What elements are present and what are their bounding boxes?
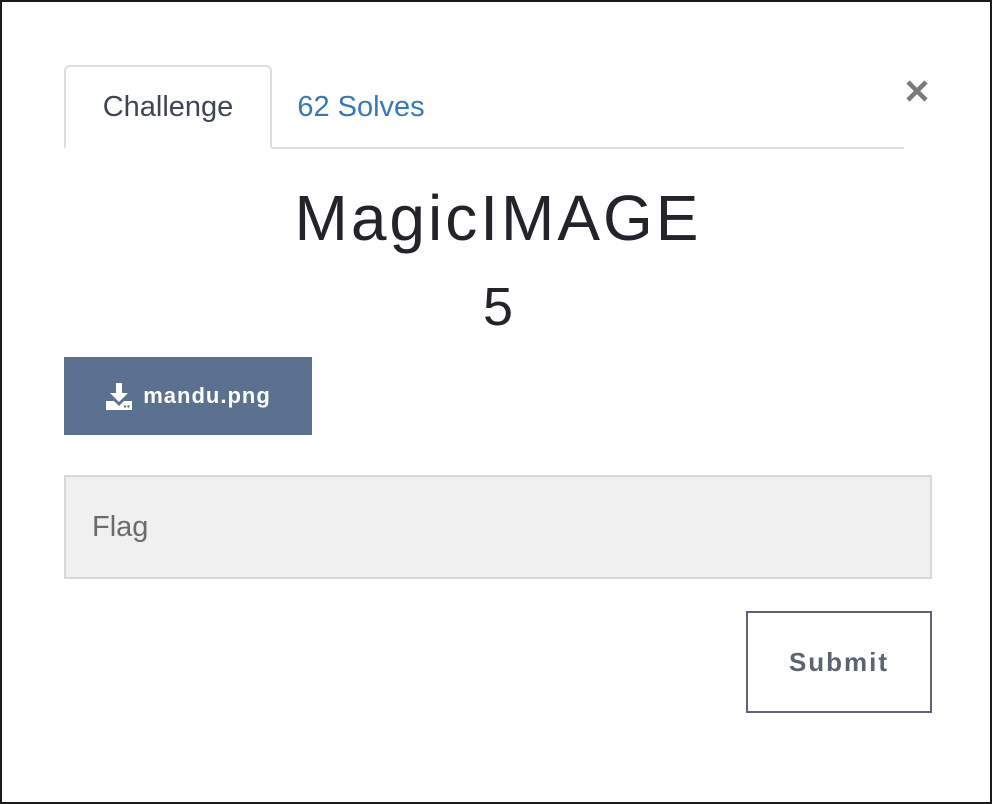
challenge-points: 5 xyxy=(482,277,514,337)
challenge-name: MagicIMAGE xyxy=(294,182,702,254)
tab-bar: Challenge 62 Solves xyxy=(64,65,904,149)
tab-solves-label: 62 Solves xyxy=(297,90,425,123)
download-icon xyxy=(106,383,133,410)
close-icon xyxy=(906,80,928,102)
challenge-modal: Challenge 62 Solves MagicIMAGE 5 mandu.p… xyxy=(0,0,992,804)
file-name: mandu.png xyxy=(143,383,271,408)
tab-challenge[interactable]: Challenge xyxy=(64,65,272,149)
close-button[interactable] xyxy=(900,72,934,110)
submit-button[interactable]: Submit xyxy=(746,611,932,713)
download-file-button[interactable]: mandu.png xyxy=(64,357,312,435)
tab-solves[interactable]: 62 Solves xyxy=(286,65,436,149)
tab-challenge-label: Challenge xyxy=(102,90,234,123)
flag-input[interactable] xyxy=(64,475,932,579)
